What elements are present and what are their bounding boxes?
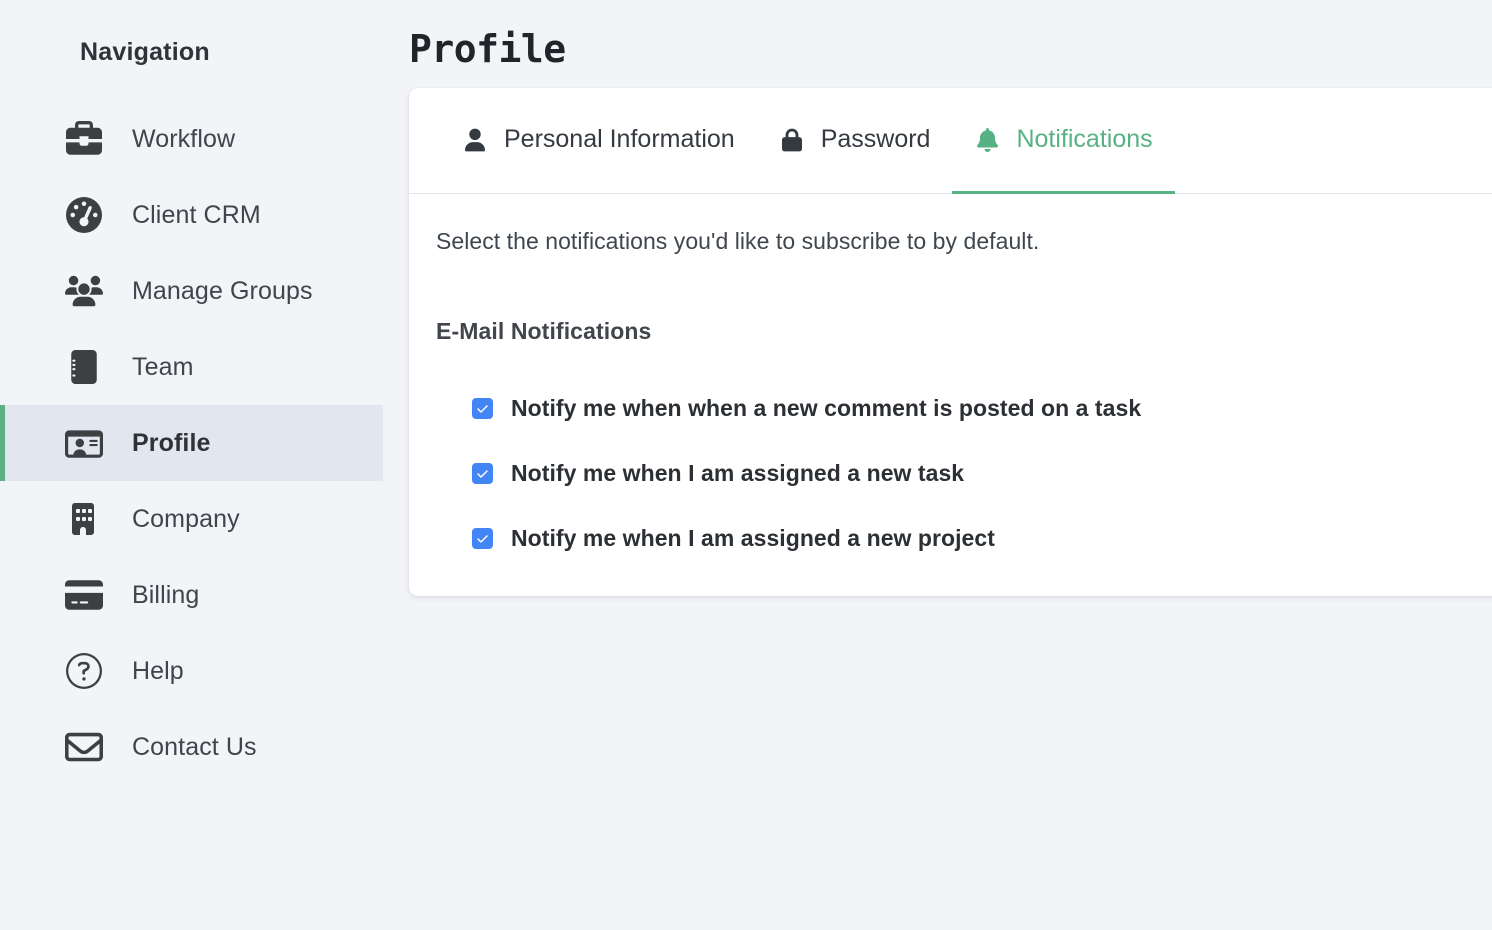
notification-option-label: Notify me when when a new comment is pos… — [511, 395, 1142, 421]
sidebar-item-label: Company — [132, 504, 240, 533]
gauge-icon — [58, 197, 110, 233]
users-group-icon — [58, 272, 110, 310]
notify-assigned-task-checkbox[interactable] — [472, 463, 493, 484]
sidebar-item-team[interactable]: Team — [0, 329, 383, 405]
sidebar-item-profile[interactable]: Profile — [0, 405, 383, 481]
notification-option-row[interactable]: Notify me when when a new comment is pos… — [472, 376, 1492, 441]
sidebar-item-label: Client CRM — [132, 200, 261, 229]
address-book-icon — [58, 350, 110, 384]
notification-option-label: Notify me when I am assigned a new task — [511, 460, 965, 486]
sidebar-item-label: Workflow — [132, 124, 236, 153]
email-notifications-list: Notify me when when a new comment is pos… — [436, 376, 1492, 571]
sidebar-item-workflow[interactable]: Workflow — [0, 101, 383, 177]
sidebar-item-company[interactable]: Company — [0, 481, 383, 557]
sidebar-item-label: Contact Us — [132, 732, 257, 761]
sidebar-item-label: Team — [132, 352, 194, 381]
email-notifications-heading: E-Mail Notifications — [436, 318, 652, 344]
tab-label: Notifications — [1016, 125, 1153, 153]
sidebar-item-label: Billing — [132, 580, 200, 609]
tab-label: Personal Information — [504, 125, 735, 153]
building-icon — [58, 503, 110, 535]
bell-icon — [974, 127, 1000, 152]
lock-icon — [779, 128, 805, 152]
tab-personal-information[interactable]: Personal Information — [440, 88, 757, 194]
tab-notifications[interactable]: Notifications — [952, 88, 1175, 194]
sidebar-item-label: Profile — [132, 428, 211, 457]
tab-password[interactable]: Password — [757, 88, 953, 194]
briefcase-icon — [58, 121, 110, 157]
notifications-panel: Select the notifications you'd like to s… — [409, 194, 1492, 571]
profile-tabs: Personal Information Password Notificati… — [409, 88, 1492, 194]
credit-card-icon — [58, 576, 110, 614]
sidebar-item-client-crm[interactable]: Client CRM — [0, 177, 383, 253]
app-root: Navigation Workflow Client CRM Manage Gr… — [0, 0, 1492, 930]
sidebar-item-help[interactable]: Help — [0, 633, 383, 709]
page-title: Profile — [409, 27, 566, 71]
notification-option-row[interactable]: Notify me when I am assigned a new proje… — [472, 506, 1492, 571]
sidebar-item-manage-groups[interactable]: Manage Groups — [0, 253, 383, 329]
notification-option-label: Notify me when I am assigned a new proje… — [511, 525, 995, 551]
sidebar-item-contact-us[interactable]: Contact Us — [0, 709, 383, 785]
id-card-icon — [58, 424, 110, 462]
notify-assigned-project-checkbox[interactable] — [472, 528, 493, 549]
notification-option-row[interactable]: Notify me when I am assigned a new task — [472, 441, 1492, 506]
main-content: Profile Personal Information Password No… — [383, 0, 1492, 930]
notify-new-comment-checkbox[interactable] — [472, 398, 493, 419]
envelope-icon — [58, 728, 110, 766]
question-circle-icon — [58, 653, 110, 689]
sidebar-item-billing[interactable]: Billing — [0, 557, 383, 633]
sidebar-item-label: Help — [132, 656, 184, 685]
sidebar-title: Navigation — [80, 38, 210, 66]
profile-card: Personal Information Password Notificati… — [409, 88, 1492, 596]
sidebar-item-label: Manage Groups — [132, 276, 313, 305]
tab-label: Password — [820, 125, 931, 153]
notifications-intro: Select the notifications you'd like to s… — [436, 228, 1040, 254]
sidebar: Navigation Workflow Client CRM Manage Gr… — [0, 0, 383, 930]
person-icon — [462, 128, 488, 152]
sidebar-nav-list: Workflow Client CRM Manage Groups Team P… — [0, 101, 383, 785]
